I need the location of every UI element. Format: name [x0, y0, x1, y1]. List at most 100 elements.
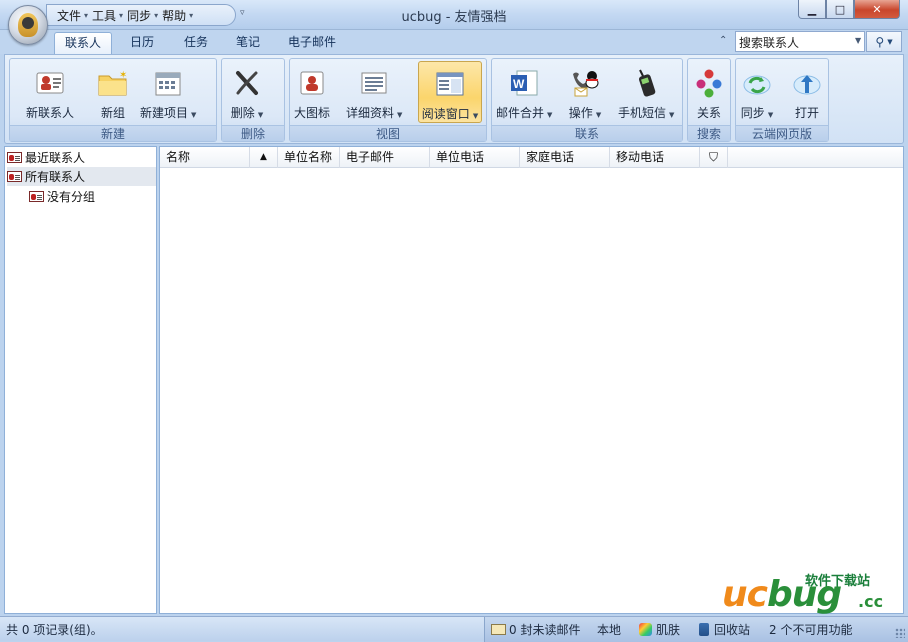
- tree-item-ungrouped[interactable]: 没有分组: [29, 187, 95, 206]
- group-new-label: 新建: [10, 125, 216, 141]
- filter-icon[interactable]: ⛉: [700, 147, 728, 168]
- details-label: 详细资料: [346, 106, 395, 120]
- group-cloud: 同步 ▼ 打开 云端网页版: [735, 58, 829, 142]
- chevron-down-icon: ▼: [669, 111, 675, 119]
- column-name[interactable]: 名称: [160, 147, 250, 168]
- column-home-phone[interactable]: 家庭电话: [520, 147, 610, 168]
- tree-item-label: 没有分组: [47, 190, 96, 204]
- chevron-down-icon: ▼: [547, 111, 553, 119]
- large-icons-button[interactable]: 大图标: [294, 61, 330, 123]
- new-item-button[interactable]: 新建项目 ▼: [140, 61, 196, 123]
- tab-contacts[interactable]: 联系人: [54, 32, 113, 54]
- chevron-down-icon: ▼: [595, 111, 602, 119]
- new-group-label: 新组: [100, 106, 125, 120]
- column-email[interactable]: 电子邮件: [340, 147, 430, 168]
- group-contact: W 邮件合并 ▼ 操作 ▼ 手机短信 ▼ 联系: [491, 58, 683, 142]
- mail-merge-button[interactable]: W 邮件合并 ▼: [496, 61, 552, 123]
- group-view-label: 视图: [290, 125, 486, 141]
- collapse-ribbon-icon[interactable]: ⌃: [719, 35, 727, 46]
- group-contact-label: 联系: [492, 125, 682, 141]
- delete-x-icon: [230, 67, 264, 99]
- maximize-button[interactable]: □: [826, 0, 854, 19]
- search-button[interactable]: ⚲ ▼: [866, 31, 902, 52]
- search-input[interactable]: 搜索联系人: [735, 31, 865, 52]
- details-list-icon: [357, 67, 391, 99]
- open-web-button[interactable]: 打开: [790, 61, 824, 123]
- chevron-down-icon: ▼: [472, 112, 479, 120]
- tree-item-all-contacts[interactable]: 所有联系人: [7, 167, 156, 186]
- unread-mail-status[interactable]: 0 封未读邮件: [491, 621, 580, 638]
- relation-dots-icon: [692, 67, 726, 99]
- svg-text:✶: ✶: [119, 70, 127, 81]
- group-delete-label: 删除: [222, 125, 284, 141]
- close-button[interactable]: ✕: [854, 0, 900, 19]
- tree-item-label: 最近联系人: [25, 151, 86, 165]
- chevron-down-icon: ▼: [887, 37, 893, 46]
- details-button[interactable]: 详细资料 ▼: [346, 61, 402, 123]
- unavailable-features[interactable]: 2 个不可用功能: [769, 621, 852, 638]
- recycle-bin-label: 回收站: [714, 623, 751, 637]
- open-web-label: 打开: [794, 106, 819, 120]
- contact-card-icon: [33, 67, 67, 99]
- sync-cloud-icon: [740, 67, 774, 99]
- reading-pane-button[interactable]: 阅读窗口 ▼: [418, 61, 482, 123]
- contact-list: 名称 ▲ 单位名称 电子邮件 单位电话 家庭电话 移动电话 ⛉: [159, 146, 904, 614]
- sync-label: 同步: [740, 106, 765, 120]
- tree-item-label: 所有联系人: [25, 170, 86, 184]
- chevron-down-icon: ▼: [257, 111, 264, 119]
- skin-label: 肌肤: [656, 623, 681, 637]
- group-delete: 删除 ▼ 删除: [221, 58, 285, 142]
- calendar-icon: [151, 67, 185, 99]
- resize-grip-icon[interactable]: [895, 628, 905, 638]
- actions-button[interactable]: 操作 ▼: [568, 61, 602, 123]
- new-group-button[interactable]: ✶ 新组: [96, 61, 130, 123]
- sort-ascending-icon[interactable]: ▲: [250, 147, 278, 168]
- relation-button[interactable]: 关系: [692, 61, 726, 123]
- sms-button[interactable]: 手机短信 ▼: [618, 61, 674, 123]
- chevron-down-icon[interactable]: ▼: [855, 36, 861, 45]
- mail-merge-label: 邮件合并: [496, 106, 545, 120]
- unread-mail-label: 0 封未读邮件: [509, 623, 581, 637]
- reading-pane-icon: [433, 68, 467, 100]
- local-status[interactable]: 本地: [597, 621, 621, 638]
- contact-card-icon: [29, 191, 44, 202]
- minimize-icon: ▁: [807, 2, 817, 16]
- tab-email[interactable]: 电子邮件: [278, 32, 346, 54]
- close-icon: ✕: [872, 2, 882, 16]
- chevron-down-icon: ▼: [767, 111, 774, 119]
- window-title: ucbug - 友情强档: [401, 10, 507, 25]
- logo-center: [22, 17, 34, 29]
- tab-tasks[interactable]: 任务: [174, 32, 218, 54]
- chevron-down-icon: ▼: [191, 111, 197, 119]
- column-company[interactable]: 单位名称: [278, 147, 340, 168]
- reading-pane-label: 阅读窗口: [421, 107, 470, 121]
- app-logo-button[interactable]: [8, 5, 48, 45]
- sms-label: 手机短信: [618, 106, 667, 120]
- tab-notes[interactable]: 笔记: [226, 32, 270, 54]
- sync-button[interactable]: 同步 ▼: [740, 61, 774, 123]
- cloud-upload-icon: [790, 67, 824, 99]
- phone-qq-icon: [568, 67, 602, 99]
- relation-label: 关系: [696, 106, 721, 120]
- mobile-phone-icon: [629, 67, 663, 99]
- recycle-bin-button[interactable]: 回收站: [699, 621, 750, 638]
- tab-calendar[interactable]: 日历: [120, 32, 164, 54]
- column-work-phone[interactable]: 单位电话: [430, 147, 520, 168]
- delete-label: 删除: [230, 106, 255, 120]
- chevron-down-icon: ▼: [397, 111, 403, 119]
- contact-card-icon: [7, 171, 22, 182]
- delete-button[interactable]: 删除 ▼: [230, 61, 264, 123]
- tree-item-recent[interactable]: 最近联系人: [7, 148, 85, 167]
- envelope-icon: [491, 624, 506, 635]
- column-header: 名称 ▲ 单位名称 电子邮件 单位电话 家庭电话 移动电话 ⛉: [160, 147, 903, 168]
- minimize-button[interactable]: ▁: [798, 0, 826, 19]
- skin-button[interactable]: 肌肤: [639, 621, 680, 638]
- search-icon: ⚲: [875, 34, 885, 49]
- svg-text:W: W: [513, 77, 525, 91]
- new-contact-button[interactable]: 新联系人: [26, 61, 74, 123]
- column-mobile-phone[interactable]: 移动电话: [610, 147, 700, 168]
- actions-label: 操作: [568, 106, 593, 120]
- folder-star-icon: ✶: [96, 67, 130, 99]
- palette-icon: [639, 623, 652, 636]
- contact-card-icon: [295, 67, 329, 99]
